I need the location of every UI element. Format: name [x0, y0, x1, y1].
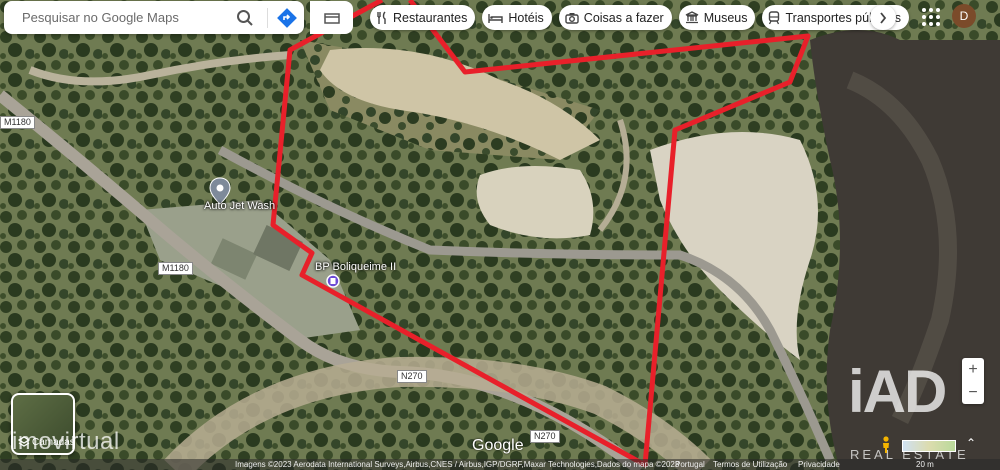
footer-link-privacy[interactable]: Privacidade — [798, 459, 840, 470]
road-label: M1180 — [158, 262, 193, 275]
attribution-text: Imagens ©2023 Aerodata International Sur… — [235, 460, 680, 469]
iad-watermark: iAD — [848, 358, 947, 425]
footer-link-country[interactable]: Portugal — [675, 459, 705, 470]
zoom-out-button[interactable]: − — [962, 381, 984, 404]
camera-icon — [565, 12, 579, 24]
expand-icon[interactable]: ⌃ — [966, 436, 976, 450]
place-label-gas-station[interactable]: BP Boliqueime II — [315, 261, 396, 273]
avatar[interactable]: D — [952, 4, 976, 28]
category-chips: Restaurantes Hotéis Coisas a fazer Museu… — [370, 5, 910, 30]
road-label: N270 — [530, 430, 560, 443]
directions-icon[interactable] — [274, 5, 300, 31]
chip-restaurants[interactable]: Restaurantes — [370, 5, 476, 30]
scale-label: 20 m — [916, 460, 934, 469]
train-icon — [769, 10, 780, 24]
imovirtual-watermark: imovirtual — [12, 428, 120, 455]
fork-knife-icon — [377, 11, 386, 24]
chip-label: Hotéis — [508, 10, 544, 25]
search-input[interactable] — [20, 9, 224, 26]
search-bar — [4, 1, 304, 34]
chip-hotels[interactable]: Hotéis — [482, 5, 552, 30]
chip-things-to-do[interactable]: Coisas a fazer — [558, 5, 672, 30]
chip-museums[interactable]: Museus — [678, 5, 756, 30]
chip-label: Coisas a fazer — [583, 10, 664, 25]
road-label: N270 — [397, 370, 427, 383]
more-categories-button[interactable] — [870, 5, 896, 30]
chip-label: Restaurantes — [393, 10, 468, 25]
road-label: M1180 — [0, 116, 35, 129]
google-logo: Google — [472, 437, 524, 454]
zoom-in-button[interactable]: + — [962, 358, 984, 381]
divider — [267, 8, 268, 28]
bed-icon — [488, 13, 504, 23]
collapse-panel-button[interactable] — [310, 1, 353, 34]
attribution-bar: Imagens ©2023 Aerodata International Sur… — [0, 459, 1000, 470]
place-label-car-wash[interactable]: Auto Jet Wash — [204, 200, 275, 212]
footer-link-terms[interactable]: Termos de Utilização — [713, 459, 787, 470]
zoom-control: + − — [962, 358, 984, 404]
imagery-thumbnails[interactable] — [902, 440, 956, 452]
pegman-icon[interactable] — [880, 436, 892, 454]
google-apps-icon[interactable] — [920, 6, 942, 28]
gas-station-marker[interactable] — [326, 274, 340, 288]
search-icon[interactable] — [232, 5, 258, 31]
panel-icon — [323, 12, 340, 24]
chip-label: Museus — [703, 10, 748, 25]
chevron-right-icon — [880, 11, 887, 24]
museum-icon — [685, 11, 698, 24]
